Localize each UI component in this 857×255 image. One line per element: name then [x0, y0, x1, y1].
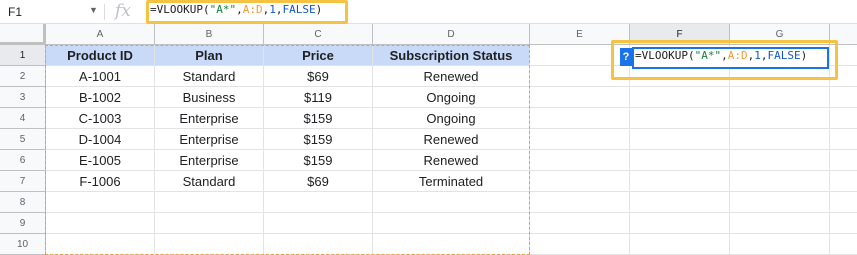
table-cell[interactable] [530, 192, 630, 213]
row-header-3[interactable]: 3 [0, 87, 46, 108]
table-cell[interactable] [830, 108, 857, 129]
formula-range-arg: A:D [242, 3, 263, 16]
formula-bool-arg: FALSE [282, 3, 316, 16]
table-cell[interactable] [530, 150, 630, 171]
table-cell[interactable] [530, 171, 630, 192]
formula-range-arg: A:D [727, 49, 748, 62]
row-header-9[interactable]: 9 [0, 213, 46, 234]
table-cell[interactable] [830, 171, 857, 192]
table-cell[interactable] [530, 87, 630, 108]
column-header-d[interactable]: D [373, 24, 530, 45]
table-cell[interactable] [730, 150, 830, 171]
table-cell[interactable] [530, 108, 630, 129]
table-cell[interactable] [730, 171, 830, 192]
formula-suffix: ) [315, 3, 323, 16]
formula-separator: , [236, 3, 243, 16]
table-cell[interactable] [630, 171, 730, 192]
table-cell[interactable] [630, 150, 730, 171]
column-header-a[interactable]: A [46, 24, 155, 45]
table-cell[interactable] [530, 129, 630, 150]
row-header-1[interactable]: 1 [0, 45, 46, 66]
table-cell[interactable] [830, 129, 857, 150]
formula-bool-arg: FALSE [767, 49, 801, 62]
table-cell[interactable] [830, 192, 857, 213]
formula-bar-divider [104, 4, 105, 20]
formula-index-arg: 1 [269, 3, 276, 16]
select-all-corner[interactable] [0, 24, 46, 45]
table-cell[interactable] [630, 87, 730, 108]
range-selection-outline [45, 45, 530, 255]
cell-editor-input[interactable]: =VLOOKUP("A*",A:D,1,FALSE) [635, 49, 807, 62]
formula-string-arg: "A*" [209, 3, 237, 16]
table-cell[interactable] [530, 213, 630, 234]
table-cell[interactable] [630, 108, 730, 129]
table-cell[interactable] [730, 234, 830, 255]
table-cell[interactable] [630, 129, 730, 150]
column-header-b[interactable]: B [155, 24, 264, 45]
table-cell[interactable] [730, 129, 830, 150]
table-cell[interactable] [730, 192, 830, 213]
table-cell[interactable] [730, 87, 830, 108]
formula-prefix: =VLOOKUP( [150, 3, 210, 16]
row-header-10[interactable]: 10 [0, 234, 46, 255]
table-cell[interactable] [630, 213, 730, 234]
table-cell[interactable] [830, 150, 857, 171]
table-cell[interactable] [530, 234, 630, 255]
table-cell[interactable] [830, 87, 857, 108]
name-box[interactable]: F1 [0, 0, 103, 24]
table-cell[interactable] [730, 108, 830, 129]
chevron-down-icon[interactable]: ▼ [89, 5, 98, 15]
formula-input[interactable]: =VLOOKUP("A*",A:D,1,FALSE) [150, 3, 322, 16]
row-header-6[interactable]: 6 [0, 150, 46, 171]
formula-prefix: =VLOOKUP( [635, 49, 695, 62]
table-cell[interactable] [630, 192, 730, 213]
help-icon[interactable]: ? [620, 48, 632, 66]
formula-separator: , [721, 49, 728, 62]
formula-string-arg: "A*" [694, 49, 722, 62]
row-header-2[interactable]: 2 [0, 66, 46, 87]
column-header-c[interactable]: C [264, 24, 373, 45]
row-header-4[interactable]: 4 [0, 108, 46, 129]
formula-suffix: ) [800, 49, 808, 62]
row-header-7[interactable]: 7 [0, 171, 46, 192]
fx-icon: fx [115, 1, 131, 21]
formula-index-arg: 1 [754, 49, 761, 62]
row-header-5[interactable]: 5 [0, 129, 46, 150]
row-header-8[interactable]: 8 [0, 192, 46, 213]
table-cell[interactable] [730, 213, 830, 234]
table-cell[interactable] [630, 234, 730, 255]
table-cell[interactable] [830, 234, 857, 255]
table-cell[interactable] [830, 213, 857, 234]
